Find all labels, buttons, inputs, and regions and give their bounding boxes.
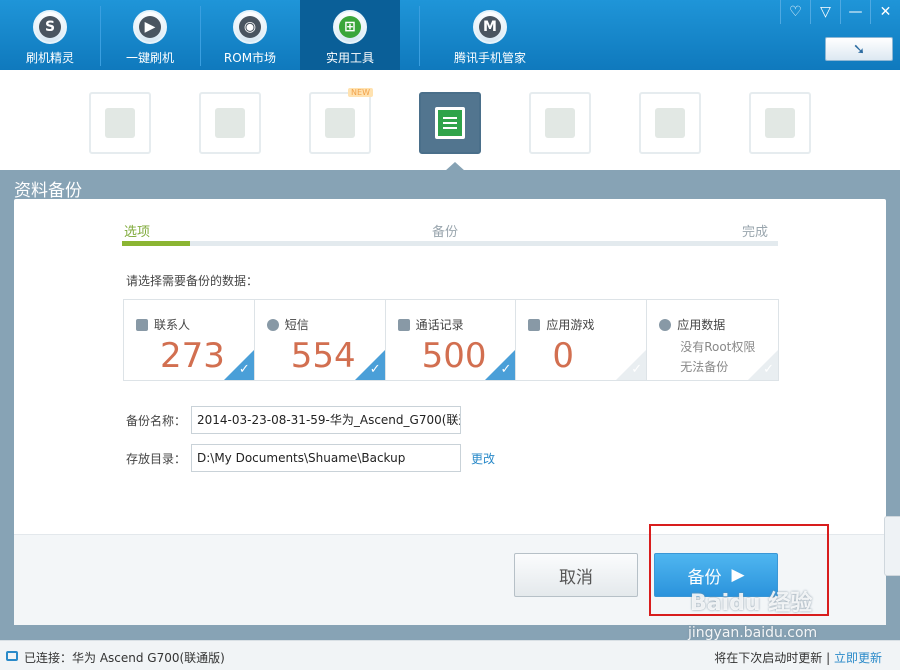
flash-wizard-icon: S	[33, 10, 67, 44]
card-count: 554	[290, 336, 356, 376]
status-bar: 已连接：华为 Ascend G700(联通版) 将在下次启动时更新 | 立即更新	[0, 640, 900, 670]
tab-tencent-manager[interactable]: M 腾讯手机管家	[440, 0, 540, 70]
step-complete: 完成	[742, 225, 769, 240]
backup-name-input[interactable]: 2014-03-23-08-31-59-华为_Ascend_G700(联通	[191, 406, 461, 434]
play-icon: ▶	[133, 10, 167, 44]
window-controls: ♡ ▽ — ✕	[780, 0, 900, 24]
update-status: 将在下次启动时更新 | 立即更新	[714, 649, 882, 666]
contact-icon	[136, 318, 148, 331]
backup-dir-label: 存放目录：	[126, 452, 187, 466]
connection-status: 已连接：华为 Ascend G700(联通版)	[24, 651, 225, 665]
card-sms[interactable]: 短信 554 ✓	[255, 300, 386, 380]
cancel-button[interactable]: 取消	[514, 553, 638, 597]
settings-icon	[655, 108, 685, 138]
tool-shop[interactable]	[89, 92, 151, 154]
card-count: 273	[160, 336, 225, 376]
tencent-manager-icon: M	[473, 10, 507, 44]
card-label: 短信	[284, 318, 309, 332]
phone-icon	[397, 318, 410, 331]
card-contacts[interactable]: 联系人 273 ✓	[124, 300, 255, 380]
card-note: 无法备份	[680, 360, 729, 374]
shield-icon	[325, 108, 355, 138]
card-apps-games[interactable]: 应用游戏 0 ✓	[516, 300, 648, 380]
tool-backup[interactable]	[419, 92, 481, 154]
card-count: 0	[552, 336, 575, 376]
check-icon: ✓	[631, 362, 643, 377]
apps-icon	[528, 318, 541, 331]
tab-divider	[419, 6, 420, 66]
side-qq-tab[interactable]	[884, 516, 900, 576]
phone-connected-icon	[6, 651, 18, 661]
tool-strip: NEW	[0, 70, 900, 170]
pie-chart-icon	[659, 318, 672, 331]
change-dir-link[interactable]: 更改	[471, 450, 495, 467]
update-text: 将在下次启动时更新 |	[714, 651, 834, 665]
message-icon	[266, 318, 279, 331]
card-call-log[interactable]: 通话记录 500 ✓	[386, 300, 517, 380]
gear-arrow-icon	[765, 108, 795, 138]
check-icon: ✓	[369, 362, 381, 377]
tab-rom-market[interactable]: ◉ ROM市场	[200, 0, 300, 70]
card-label: 应用数据	[677, 318, 726, 332]
card-label: 联系人	[154, 318, 191, 332]
tool-plugins[interactable]	[199, 92, 261, 154]
puzzle-icon	[215, 108, 245, 138]
section-title: 资料备份	[14, 181, 82, 201]
tab-label: 实用工具	[325, 51, 374, 65]
tool-security[interactable]: NEW	[309, 88, 373, 154]
menu-dropdown-icon[interactable]: ▽	[810, 0, 840, 24]
watermark-brand: Baidu 经验	[690, 591, 813, 616]
close-button[interactable]: ✕	[870, 0, 900, 24]
tool-restore[interactable]	[529, 92, 591, 154]
update-now-link[interactable]: 立即更新	[834, 651, 882, 665]
tool-settings[interactable]	[639, 92, 701, 154]
feedback-icon[interactable]: ♡	[780, 0, 810, 24]
card-count: 500	[421, 336, 487, 376]
backup-dir-input[interactable]: D:\My Documents\Shuame\Backup	[191, 444, 461, 472]
card-note: 没有Root权限	[680, 340, 756, 354]
check-icon: ✓	[763, 362, 774, 377]
tab-label: ROM市场	[223, 51, 277, 65]
tab-label: 腾讯手机管家	[453, 51, 526, 65]
progress-fill	[122, 241, 190, 246]
grid-icon: ⊞	[333, 10, 367, 44]
step-options: 选项	[124, 225, 151, 240]
select-prompt: 请选择需要备份的数据：	[126, 274, 259, 288]
card-label: 通话记录	[415, 318, 464, 332]
step-backup: 备份	[432, 225, 459, 240]
check-icon: ✓	[500, 362, 512, 377]
tab-tools[interactable]: ⊞ 实用工具	[300, 0, 400, 70]
minimize-button[interactable]: —	[840, 0, 870, 24]
tab-one-click-flash[interactable]: ▶ 一键刷机	[100, 0, 200, 70]
android-icon: ◉	[233, 10, 267, 44]
backup-icon	[435, 107, 465, 139]
card-app-data[interactable]: 应用数据 没有Root权限 无法备份 ✓	[647, 300, 778, 380]
tab-flash-wizard[interactable]: S 刷机精灵	[0, 0, 100, 70]
progress-track	[122, 241, 778, 246]
arrow-down-right-icon: ➘	[852, 40, 866, 58]
tab-label: 一键刷机	[125, 51, 174, 65]
backup-name-label: 备份名称：	[126, 414, 187, 428]
top-nav-bar: S 刷机精灵 ▶ 一键刷机 ◉ ROM市场 ⊞ 实用工具 M 腾讯手机管家 ♡ …	[0, 0, 900, 70]
new-badge: NEW	[348, 88, 373, 97]
restore-icon	[545, 108, 575, 138]
card-label: 应用游戏	[546, 318, 595, 332]
shop-icon	[105, 108, 135, 138]
tool-advanced[interactable]	[749, 92, 811, 154]
data-type-cards: 联系人 273 ✓ 短信 554 ✓ 通话记录 500 ✓ 应用游戏 0 ✓ 应…	[123, 299, 779, 381]
tab-label: 刷机精灵	[25, 51, 74, 65]
check-icon: ✓	[238, 362, 250, 377]
download-update-button[interactable]: ➘	[825, 37, 893, 61]
watermark-url: jingyan.baidu.com	[688, 625, 818, 641]
